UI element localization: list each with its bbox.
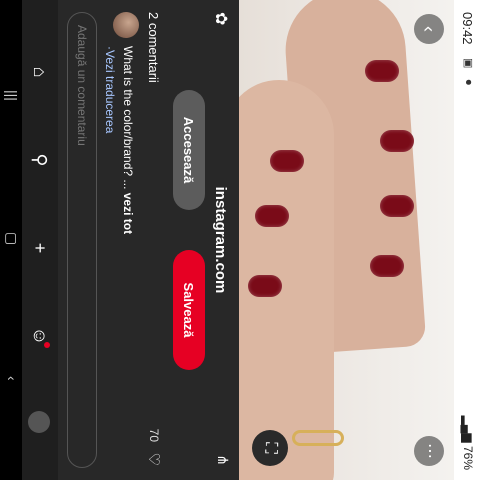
- like-count: 70: [147, 428, 161, 442]
- nail: [255, 205, 289, 227]
- system-home-button[interactable]: ▢: [3, 232, 20, 245]
- system-nav-bar: ||| ▢ ‹: [0, 0, 22, 480]
- translate-link[interactable]: ·Vezi traducerea: [103, 46, 117, 133]
- plus-icon: +: [30, 242, 50, 254]
- profile-tab[interactable]: [27, 410, 52, 434]
- heart-icon[interactable]: ♡: [145, 453, 163, 466]
- bottom-tab-bar: ⌂ ⚲ + ☺: [22, 0, 58, 480]
- comment-text: What is the color/brand? ... vezi tot: [121, 46, 135, 234]
- nail: [370, 255, 404, 277]
- save-button[interactable]: Salvează: [173, 250, 205, 370]
- home-tab[interactable]: ⌂: [28, 60, 52, 84]
- nail: [270, 150, 304, 172]
- pin-image[interactable]: ‹ ⋯ ⛶: [239, 0, 454, 480]
- profile-avatar: [27, 411, 50, 433]
- comment-see-more[interactable]: vezi tot: [121, 193, 135, 234]
- search-icon: ⚲: [30, 153, 50, 167]
- portrait-view: 09:42 ▣ ⏺ ▂▄▆ 76% ‹ ⋯ ⛶ ✿ ⋔ instagram.co…: [0, 0, 480, 480]
- screen: 09:42 ▣ ⏺ ▂▄▆ 76% ‹ ⋯ ⛶ ✿ ⋔ instagram.co…: [0, 0, 480, 480]
- search-tab[interactable]: ⚲: [28, 148, 52, 172]
- comments-count: 2 comentarii: [146, 12, 161, 83]
- visual-search-icon: ⛶: [262, 442, 279, 454]
- visual-search-button[interactable]: ⛶: [252, 430, 288, 466]
- battery-level: 76%: [461, 445, 475, 470]
- ring: [292, 430, 344, 446]
- status-bar: 09:42 ▣ ⏺ ▂▄▆ 76%: [454, 0, 480, 480]
- add-comment-input[interactable]: [67, 12, 97, 468]
- status-time: 09:42: [460, 12, 475, 45]
- home-icon: ⌂: [30, 66, 50, 78]
- status-notification-icons: ▣ ⏺: [462, 58, 474, 89]
- avatar[interactable]: [113, 12, 139, 38]
- nail: [380, 130, 414, 152]
- comment-body: What is the color/brand? ...: [121, 46, 135, 190]
- notification-dot: [44, 342, 50, 348]
- nail: [380, 195, 414, 217]
- chevron-left-icon: ‹: [419, 26, 439, 32]
- back-button[interactable]: ‹: [414, 14, 444, 44]
- system-back-button[interactable]: ‹: [4, 376, 20, 381]
- visit-button[interactable]: Accesează: [173, 90, 205, 210]
- status-battery: ▂▄▆ 76%: [461, 415, 475, 470]
- create-tab[interactable]: +: [28, 236, 52, 260]
- more-button[interactable]: ⋯: [414, 436, 444, 466]
- pin-details-sheet: ✿ ⋔ instagram.com Accesează Salvează 2 c…: [58, 0, 239, 480]
- pin-source[interactable]: instagram.com: [212, 0, 229, 480]
- more-icon: ⋯: [421, 443, 438, 459]
- recent-apps-button[interactable]: |||: [4, 90, 20, 101]
- nail: [248, 275, 282, 297]
- nail: [365, 60, 399, 82]
